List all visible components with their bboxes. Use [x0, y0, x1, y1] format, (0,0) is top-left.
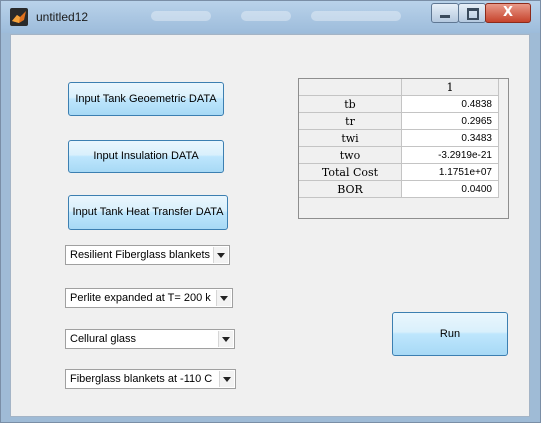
dropdown-value: Cellural glass	[70, 333, 137, 345]
dropdown-value: Fiberglass blankets at -110 C	[70, 373, 213, 385]
maximize-button[interactable]	[458, 3, 486, 23]
minimize-icon	[440, 15, 450, 18]
button-label: Input Insulation DATA	[93, 150, 199, 162]
close-icon: X	[502, 5, 514, 20]
row-header: twi	[299, 129, 402, 147]
table-cell[interactable]: 0.4838	[401, 95, 499, 113]
row-header: Total Cost	[299, 163, 402, 181]
window-title: untitled12	[36, 10, 89, 24]
window-controls: X	[431, 3, 531, 23]
dropdown-value: Perlite expanded at T= 200 k	[70, 292, 211, 304]
insulation-layer-4-dropdown[interactable]: Fiberglass blankets at -110 C	[65, 369, 236, 389]
column-header: 1	[401, 79, 499, 96]
row-header: BOR	[299, 180, 402, 198]
input-heat-transfer-data-button[interactable]: Input Tank Heat Transfer DATA	[68, 195, 228, 230]
table-row: BOR 0.0400	[299, 180, 499, 198]
button-label: Run	[439, 328, 461, 340]
input-geometric-data-button[interactable]: Input Tank Geoemetric DATA	[68, 82, 224, 116]
blurred-background	[241, 11, 291, 21]
row-header: tr	[299, 112, 402, 130]
table-row: tr 0.2965	[299, 112, 499, 130]
app-window: untitled12 X Input Tank Geoemetric DATA …	[0, 0, 541, 423]
insulation-layer-1-dropdown[interactable]: Resilient Fiberglass blankets ...	[65, 245, 230, 265]
table-cell[interactable]: 0.2965	[401, 112, 499, 130]
minimize-button[interactable]	[431, 3, 459, 23]
blurred-background	[311, 11, 401, 21]
row-header: tb	[299, 95, 402, 113]
table-corner	[299, 79, 402, 96]
blurred-background	[151, 11, 211, 21]
chevron-down-icon[interactable]	[218, 331, 233, 347]
chevron-down-icon[interactable]	[219, 371, 234, 387]
chevron-down-icon[interactable]	[216, 290, 231, 306]
table-row: two -3.2919e-21	[299, 146, 499, 164]
table-row: twi 0.3483	[299, 129, 499, 147]
figure-client-area: Input Tank Geoemetric DATA Input Insulat…	[10, 34, 530, 417]
row-header: two	[299, 146, 402, 164]
title-bar[interactable]: untitled12 X	[1, 1, 540, 33]
input-insulation-data-button[interactable]: Input Insulation DATA	[68, 140, 224, 173]
dropdown-value: Resilient Fiberglass blankets ...	[70, 249, 223, 261]
insulation-layer-2-dropdown[interactable]: Perlite expanded at T= 200 k	[65, 288, 233, 308]
button-label: Input Tank Geoemetric DATA	[75, 93, 217, 105]
table-row: tb 0.4838	[299, 95, 499, 113]
table-cell[interactable]: -3.2919e-21	[401, 146, 499, 164]
close-button[interactable]: X	[485, 3, 531, 23]
table-cell[interactable]: 0.0400	[401, 180, 499, 198]
insulation-layer-3-dropdown[interactable]: Cellural glass	[65, 329, 235, 349]
button-label: Input Tank Heat Transfer DATA	[72, 206, 224, 218]
table-cell[interactable]: 0.3483	[401, 129, 499, 147]
maximize-icon	[467, 8, 479, 20]
table-cell[interactable]: 1.1751e+07	[401, 163, 499, 181]
results-grid: 1 tb 0.4838 tr 0.2965 twi 0.3483 two -3.…	[299, 79, 499, 198]
matlab-icon	[10, 8, 28, 26]
chevron-down-icon[interactable]	[213, 247, 228, 263]
results-table[interactable]: 1 tb 0.4838 tr 0.2965 twi 0.3483 two -3.…	[298, 78, 509, 219]
table-row: Total Cost 1.1751e+07	[299, 163, 499, 181]
run-button[interactable]: Run	[392, 312, 508, 356]
